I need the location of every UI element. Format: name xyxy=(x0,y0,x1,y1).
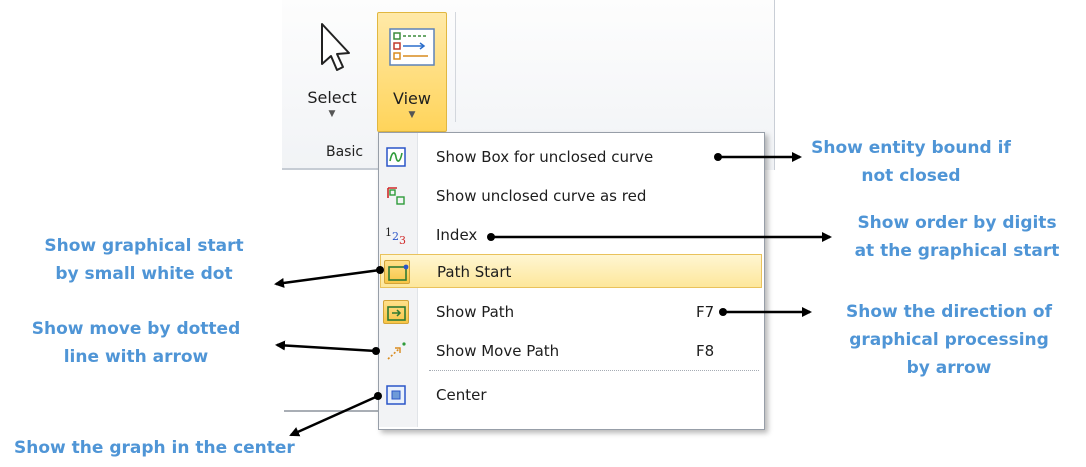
arrow-move-dotted xyxy=(275,340,380,355)
arrow-graphical-start xyxy=(274,266,384,288)
annotation-arrows xyxy=(274,152,832,437)
arrow-direction xyxy=(719,307,812,317)
arrow-graph-center xyxy=(289,392,382,437)
arrow-order-digits xyxy=(487,232,832,242)
arrow-entity-bound xyxy=(714,152,802,162)
